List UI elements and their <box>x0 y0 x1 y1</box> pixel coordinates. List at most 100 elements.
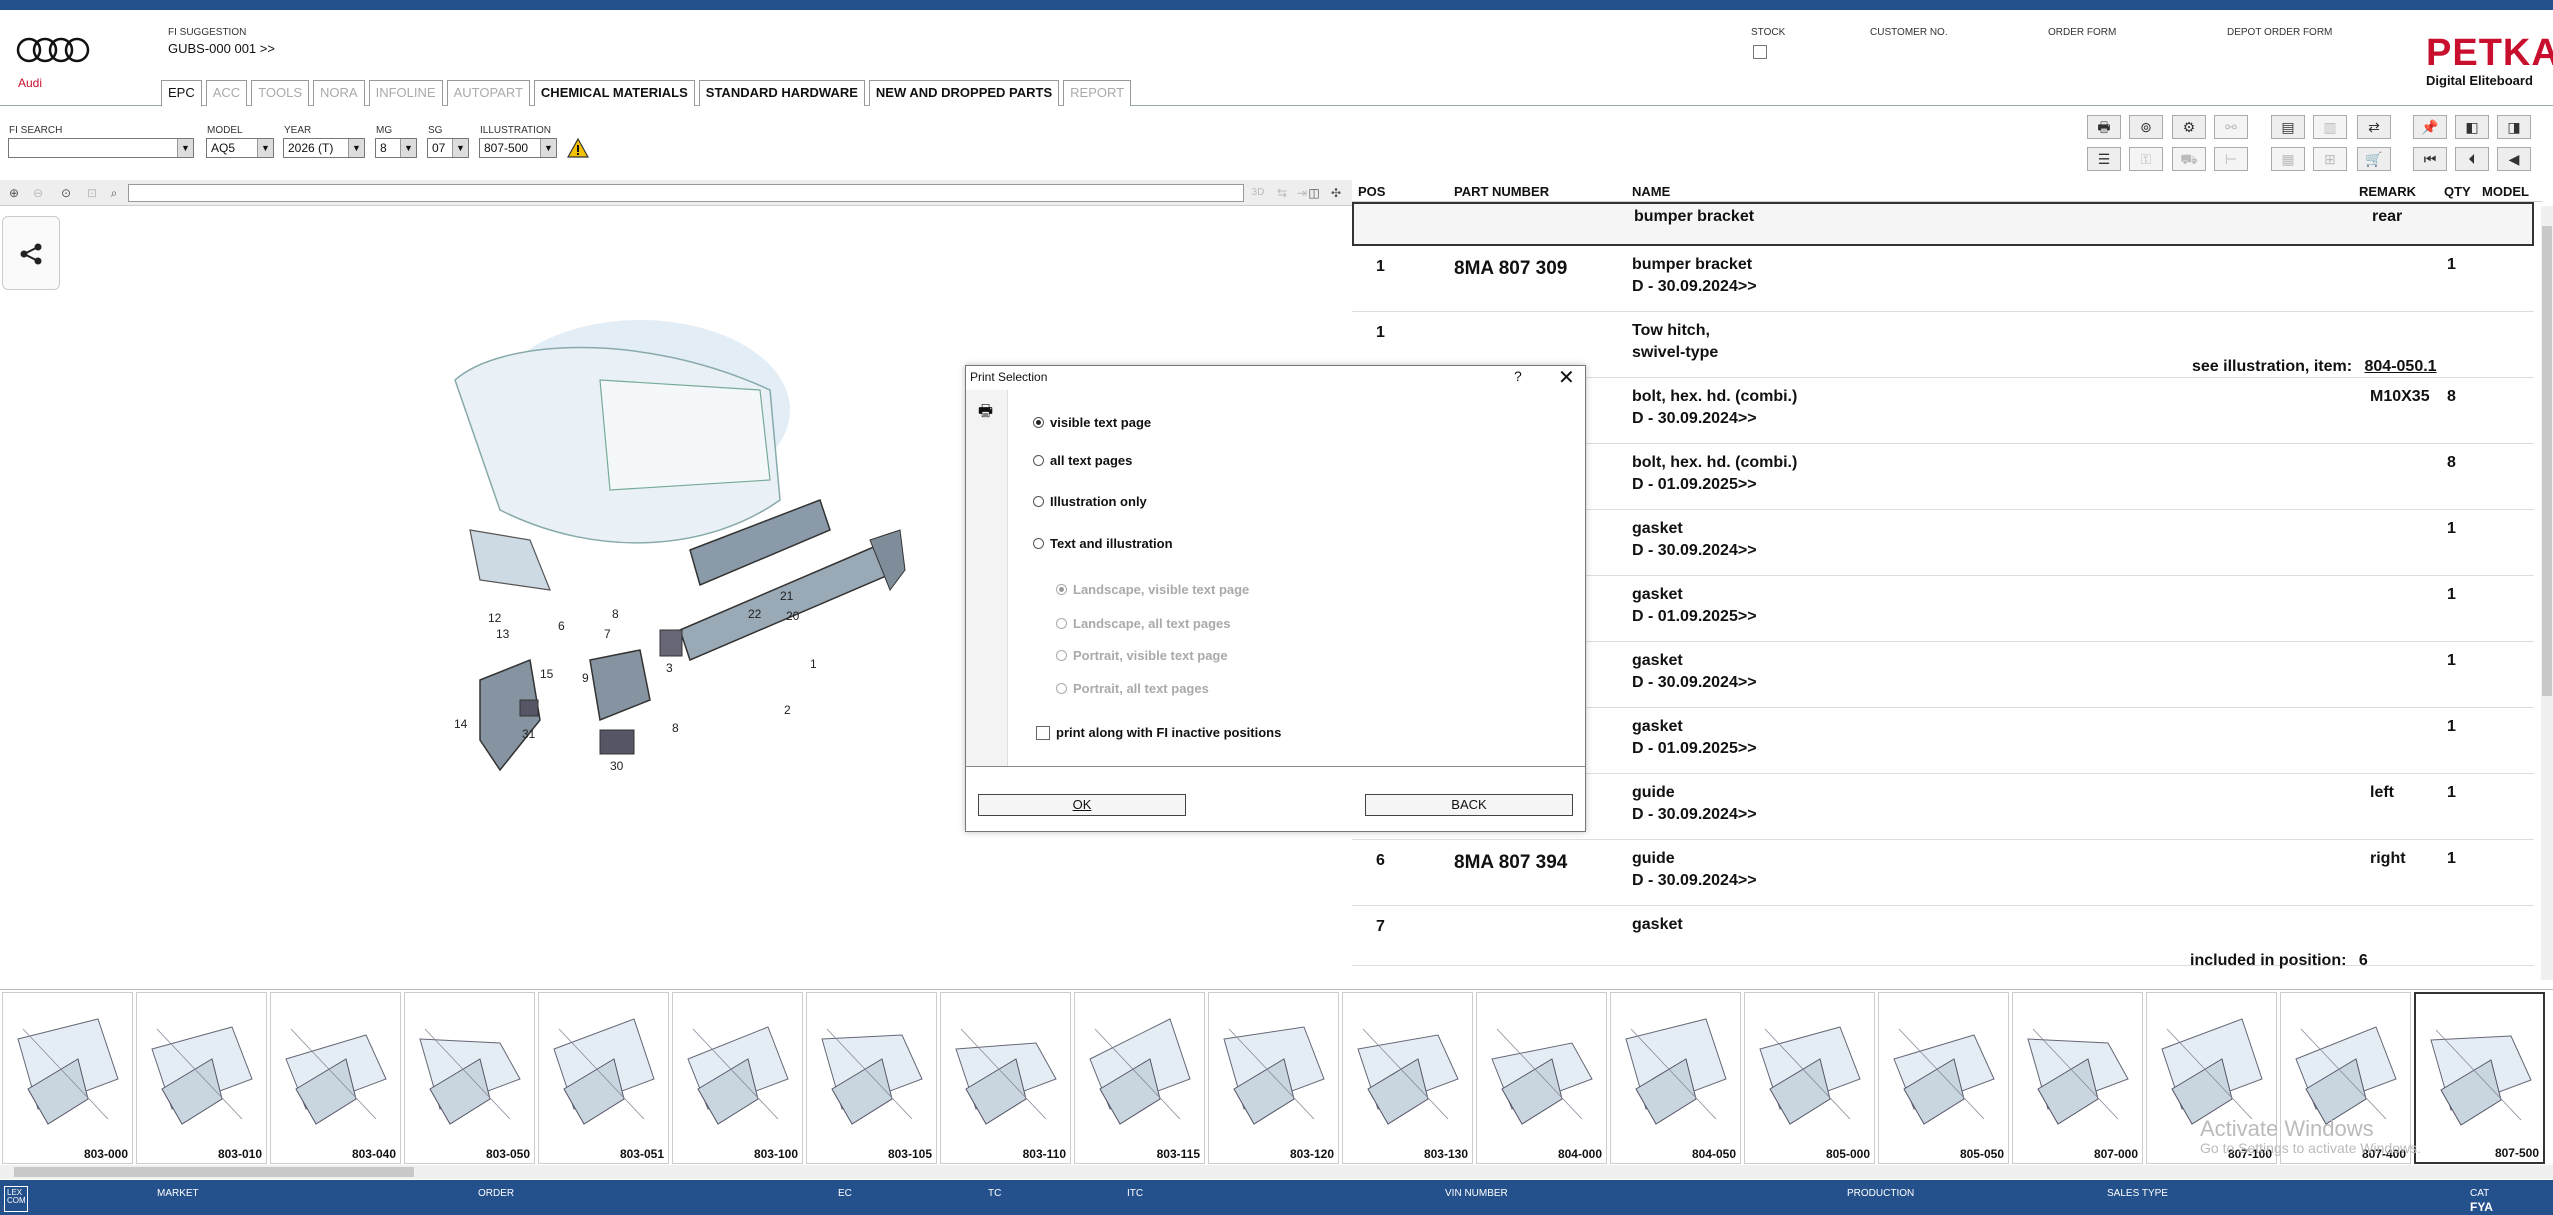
key-icon[interactable]: ⚿ <box>2129 147 2163 171</box>
pin-icon[interactable]: 📌 <box>2413 115 2447 139</box>
illustration-select[interactable]: 807-500 ▼ <box>479 138 557 158</box>
thumbnail-scrollbar[interactable] <box>0 1165 2553 1179</box>
order-list-icon[interactable]: ▦ <box>2271 147 2305 171</box>
tab-report[interactable]: REPORT <box>1063 80 1132 106</box>
3d-view-icon[interactable]: 3D <box>1248 183 1268 203</box>
suboption-landscape-all[interactable]: Landscape, all text pages <box>1056 616 1231 631</box>
year-select[interactable]: 2026 (T) ▼ <box>283 138 365 158</box>
cart-transfer-icon[interactable]: ⇄ <box>2357 115 2391 139</box>
col-model[interactable]: MODEL <box>2482 184 2529 199</box>
tab-new-and-dropped-parts[interactable]: NEW AND DROPPED PARTS <box>868 80 1060 106</box>
previous-page-icon[interactable]: ⏴ <box>2455 147 2489 171</box>
callout-label[interactable]: 6 <box>558 619 565 633</box>
illustration-thumbnail[interactable]: 803-115 <box>1074 992 1205 1164</box>
marker-icon[interactable]: ⊢ <box>2214 147 2248 171</box>
ok-button[interactable]: OK <box>978 794 1186 816</box>
callout-label[interactable]: 31 <box>522 727 536 741</box>
illustration-thumbnail[interactable]: 803-105 <box>806 992 937 1164</box>
illustration-thumbnail[interactable]: 805-050 <box>1878 992 2009 1164</box>
tab-nora[interactable]: NORA <box>313 80 365 106</box>
callout-label[interactable]: 13 <box>496 627 510 641</box>
close-icon[interactable]: ✕ <box>1558 365 1575 390</box>
car-icon[interactable]: ⛟ <box>2172 147 2206 171</box>
illustration-thumbnail[interactable]: 803-050 <box>404 992 535 1164</box>
col-name[interactable]: NAME <box>1632 184 1670 199</box>
vehicle-icon[interactable]: ⚙ <box>2172 115 2206 139</box>
option-text-and-illustration[interactable]: Text and illustration <box>1033 536 1173 551</box>
list-view-icon[interactable]: ☰ <box>2087 147 2121 171</box>
tab-autopart[interactable]: AUTOPART <box>446 80 530 106</box>
stock-checkbox[interactable] <box>1753 45 1767 59</box>
callout-label[interactable]: 8 <box>612 607 619 621</box>
parts-illustration[interactable]: 12 13 15 9 8 7 3 22 21 20 1 2 8 31 14 30… <box>440 300 920 780</box>
tab-acc[interactable]: ACC <box>205 80 248 106</box>
suboption-landscape-visible[interactable]: Landscape, visible text page <box>1056 582 1249 597</box>
option-visible-text-page[interactable]: visible text page <box>1033 415 1151 430</box>
illustration-thumbnail[interactable]: 807-500 <box>2414 992 2545 1164</box>
shopping-cart-icon[interactable]: 🛒 <box>2357 147 2391 171</box>
callout-label[interactable]: 21 <box>780 589 794 603</box>
fullscreen-icon[interactable]: ✣ <box>1326 183 1346 203</box>
share-button[interactable] <box>2 216 60 290</box>
illustration-thumbnail[interactable]: 803-100 <box>672 992 803 1164</box>
col-part-number[interactable]: PART NUMBER <box>1454 184 1549 199</box>
illustration-thumbnail[interactable]: 804-050 <box>1610 992 1741 1164</box>
suboption-portrait-visible[interactable]: Portrait, visible text page <box>1056 648 1228 663</box>
frame-nav-icon[interactable]: ⇆ <box>1272 183 1292 203</box>
col-pos[interactable]: POS <box>1358 184 1385 199</box>
parts-list-scrollbar[interactable] <box>2541 206 2553 980</box>
tab-chemical-materials[interactable]: CHEMICAL MATERIALS <box>533 80 695 106</box>
illustration-ref-link[interactable]: 804-050.1 <box>2365 358 2437 375</box>
page-forward-icon[interactable]: ◨ <box>2497 115 2531 139</box>
illustration-thumbnail[interactable]: 803-110 <box>940 992 1071 1164</box>
zoom-fit-icon[interactable]: ⊙ <box>56 183 76 203</box>
callout-label[interactable]: 12 <box>488 611 502 625</box>
back-arrow-icon[interactable]: ◀ <box>2497 147 2531 171</box>
illustration-thumbnail[interactable]: 803-120 <box>1208 992 1339 1164</box>
tab-epc[interactable]: EPC <box>161 80 202 107</box>
zoom-area-icon[interactable]: ⊡ <box>82 183 102 203</box>
tab-infoline[interactable]: INFOLINE <box>368 80 443 106</box>
page-back-icon[interactable]: ◧ <box>2455 115 2489 139</box>
zoom-out-icon[interactable]: ⊖ <box>28 183 48 203</box>
callout-label[interactable]: 2 <box>784 703 791 717</box>
illustration-thumbnail[interactable]: 805-000 <box>1744 992 1875 1164</box>
option-illustration-only[interactable]: Illustration only <box>1033 494 1147 509</box>
illustration-thumbnail[interactable]: 803-010 <box>136 992 267 1164</box>
callout-label[interactable]: 7 <box>604 627 611 641</box>
included-position-ref[interactable]: 6 <box>2359 952 2368 969</box>
link-icon[interactable]: ⚯ <box>2214 115 2248 139</box>
col-remark[interactable]: REMARK <box>2359 184 2416 199</box>
tab-standard-hardware[interactable]: STANDARD HARDWARE <box>698 80 865 106</box>
callout-label[interactable]: 22 <box>748 607 762 621</box>
illustration-thumbnail[interactable]: 803-000 <box>2 992 133 1164</box>
table-row[interactable]: bumper bracket rear <box>1352 202 2534 246</box>
illustration-thumbnail[interactable]: 804-000 <box>1476 992 1607 1164</box>
callout-label[interactable]: 15 <box>540 667 554 681</box>
split-view-icon[interactable]: ◫ <box>1304 183 1324 203</box>
elsa-icon[interactable]: ▤ <box>2271 115 2305 139</box>
option-all-text-pages[interactable]: all text pages <box>1033 453 1132 468</box>
col-qty[interactable]: QTY <box>2444 184 2471 199</box>
callout-label[interactable]: 14 <box>454 717 468 731</box>
callout-label[interactable]: 30 <box>610 759 624 773</box>
back-button[interactable]: BACK <box>1365 794 1573 816</box>
illustration-search-input[interactable] <box>128 184 1244 202</box>
callout-label[interactable]: 3 <box>666 661 673 675</box>
table-row[interactable]: 1 8MA 807 309 bumper bracket D - 30.09.2024… <box>1352 246 2534 312</box>
callout-label[interactable]: 9 <box>582 671 589 685</box>
illustration-thumbnail[interactable]: 803-051 <box>538 992 669 1164</box>
help-button[interactable]: ? <box>1514 368 1522 384</box>
fi-inactive-checkbox[interactable]: print along with FI inactive positions <box>1036 725 1281 740</box>
magnifier-icon[interactable]: ⌕ <box>104 183 124 203</box>
print-button[interactable]: 🖶 <box>2087 115 2121 139</box>
table-row[interactable]: 6 8MA 807 394 guide D - 30.09.2024>> right 1 <box>1352 840 2534 906</box>
illustration-thumbnail[interactable]: 807-000 <box>2012 992 2143 1164</box>
illustration-thumbnail[interactable]: 803-130 <box>1342 992 1473 1164</box>
warning-icon[interactable] <box>567 138 589 158</box>
basket-icon[interactable]: ⊞ <box>2313 147 2347 171</box>
callout-label[interactable]: 20 <box>786 609 800 623</box>
mg-select[interactable]: 8 ▼ <box>375 138 417 158</box>
first-page-icon[interactable]: ⏮ <box>2413 147 2447 171</box>
callout-label[interactable]: 8 <box>672 721 679 735</box>
